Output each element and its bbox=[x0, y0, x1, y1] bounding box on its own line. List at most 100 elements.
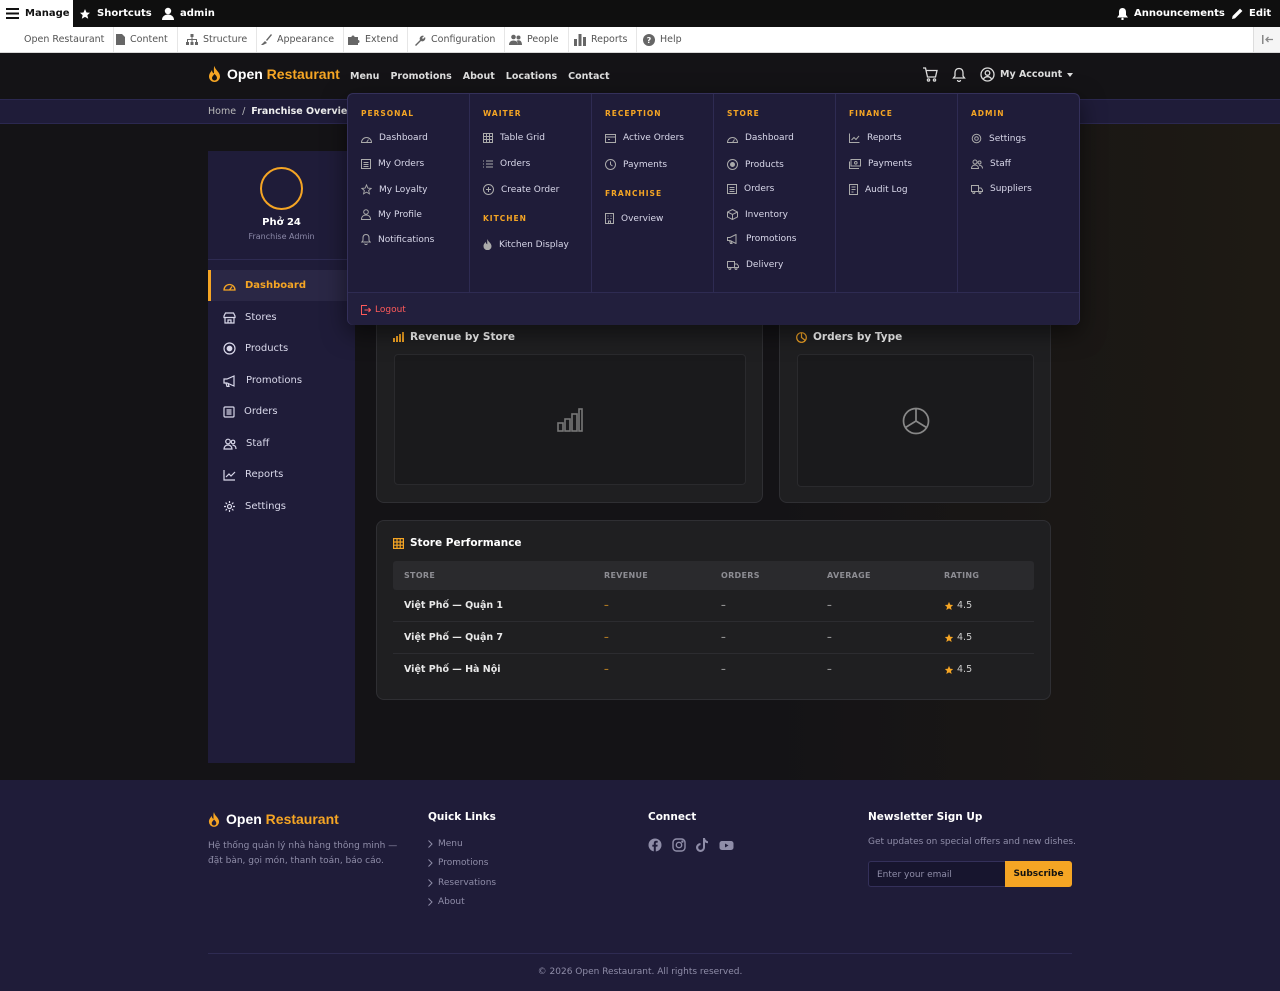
table-row[interactable]: Việt Phố — Quận 1 – – – 4.5 bbox=[393, 590, 1034, 622]
toolbar-item-content[interactable]: Content bbox=[108, 27, 178, 52]
sidebar-item-products[interactable]: Products bbox=[208, 333, 355, 364]
flame-icon bbox=[209, 66, 220, 82]
chart-line-icon bbox=[223, 469, 236, 481]
menu-item-store-products[interactable]: Products bbox=[727, 159, 784, 170]
table-row[interactable]: Việt Phố — Hà Nội – – – 4.5 bbox=[393, 654, 1034, 686]
sidebar-item-settings[interactable]: Settings bbox=[208, 491, 355, 522]
sidebar-item-label: Promotions bbox=[246, 375, 303, 386]
nav-locations[interactable]: Locations bbox=[506, 71, 557, 82]
nav-menu[interactable]: Menu bbox=[350, 71, 379, 82]
nav-contact[interactable]: Contact bbox=[568, 71, 609, 82]
sidebar-item-reports[interactable]: Reports bbox=[208, 459, 355, 490]
toolbar-item-people[interactable]: People bbox=[501, 27, 569, 52]
megaphone-icon bbox=[727, 234, 737, 244]
toolbar-item-structure[interactable]: Structure bbox=[178, 27, 258, 52]
sidebar-item-orders[interactable]: Orders bbox=[208, 396, 355, 427]
shortcuts-button[interactable]: Shortcuts bbox=[79, 0, 152, 27]
cart-icon[interactable] bbox=[922, 67, 938, 82]
column-header[interactable]: REVENUE bbox=[604, 571, 648, 580]
menu-item-audit-log[interactable]: Audit Log bbox=[849, 184, 908, 195]
footer-logo[interactable]: Open Restaurant bbox=[208, 811, 339, 827]
footer-divider bbox=[208, 953, 1072, 954]
footer-link-menu[interactable]: Menu bbox=[428, 839, 463, 849]
menu-item-label: Reports bbox=[867, 133, 902, 143]
column-header[interactable]: AVERAGE bbox=[827, 571, 871, 580]
footer-link-promotions[interactable]: Promotions bbox=[428, 858, 488, 868]
franchise-role: Franchise Admin bbox=[248, 232, 315, 241]
manage-button[interactable]: Manage bbox=[0, 0, 73, 27]
footer-link-about[interactable]: About bbox=[428, 897, 465, 907]
subscribe-button[interactable]: Subscribe bbox=[1005, 861, 1072, 887]
menu-heading-reception: RECEPTION bbox=[605, 109, 662, 118]
edit-button[interactable]: Edit bbox=[1232, 0, 1271, 27]
breadcrumb-home[interactable]: Home bbox=[208, 106, 236, 117]
menu-item-personal-dashboard[interactable]: Dashboard bbox=[361, 133, 428, 143]
tiktok-icon[interactable] bbox=[696, 838, 709, 852]
menu-item-suppliers[interactable]: Suppliers bbox=[971, 184, 1032, 194]
menu-item-table-grid[interactable]: Table Grid bbox=[483, 133, 545, 143]
column-header[interactable]: STORE bbox=[404, 571, 435, 580]
toolbar-collapse-button[interactable] bbox=[1253, 27, 1280, 52]
menu-item-store-orders[interactable]: Orders bbox=[727, 184, 774, 194]
user-button[interactable]: admin bbox=[162, 0, 215, 27]
sidebar-item-dashboard[interactable]: Dashboard bbox=[208, 270, 355, 301]
column-header[interactable]: RATING bbox=[944, 571, 979, 580]
menu-item-my-loyalty[interactable]: My Loyalty bbox=[361, 184, 428, 195]
menu-item-delivery[interactable]: Delivery bbox=[727, 260, 783, 270]
sidebar-item-label: Dashboard bbox=[245, 280, 306, 291]
toolbar-item-appearance[interactable]: Appearance bbox=[253, 27, 345, 52]
chevron-right-icon bbox=[428, 859, 433, 867]
column-header[interactable]: ORDERS bbox=[721, 571, 760, 580]
menu-item-my-profile[interactable]: My Profile bbox=[361, 209, 422, 220]
menu-item-store-dashboard[interactable]: Dashboard bbox=[727, 133, 794, 143]
menu-item-store-promotions[interactable]: Promotions bbox=[727, 234, 796, 244]
social-links bbox=[648, 838, 734, 852]
menu-item-admin-settings[interactable]: Settings bbox=[971, 133, 1026, 144]
menu-item-notifications[interactable]: Notifications bbox=[361, 234, 434, 245]
account-menu-toggle[interactable]: My Account bbox=[980, 67, 1074, 82]
menu-item-kitchen-display[interactable]: Kitchen Display bbox=[483, 239, 569, 250]
menu-item-active-orders[interactable]: Active Orders bbox=[605, 133, 684, 143]
menu-item-reception-payments[interactable]: Payments bbox=[605, 159, 667, 170]
sidebar-item-stores[interactable]: Stores bbox=[208, 302, 355, 333]
toolbar-item-reports[interactable]: Reports bbox=[566, 27, 638, 52]
menu-item-franchise-overview[interactable]: Overview bbox=[605, 213, 663, 224]
toolbar-item-configuration[interactable]: Configuration bbox=[406, 27, 506, 52]
menu-item-inventory[interactable]: Inventory bbox=[727, 209, 788, 220]
toolbar-item-extend[interactable]: Extend bbox=[340, 27, 409, 52]
menu-heading-franchise: FRANCHISE bbox=[605, 189, 663, 198]
notification-bell-icon[interactable] bbox=[952, 67, 966, 82]
account-dropdown-menu: PERSONAL Dashboard My Orders My Loyalty … bbox=[347, 93, 1080, 325]
menu-item-finance-reports[interactable]: Reports bbox=[849, 133, 902, 143]
menu-item-admin-staff[interactable]: Staff bbox=[971, 159, 1011, 169]
nav-about[interactable]: About bbox=[463, 71, 495, 82]
logout-link[interactable]: Logout bbox=[361, 305, 406, 315]
nav-promotions[interactable]: Promotions bbox=[390, 71, 451, 82]
puzzle-icon bbox=[348, 35, 360, 45]
youtube-icon[interactable] bbox=[719, 838, 734, 852]
site-logo[interactable]: Open Restaurant bbox=[208, 66, 340, 82]
caret-down-icon bbox=[1067, 72, 1074, 77]
footer-link-reservations[interactable]: Reservations bbox=[428, 878, 496, 888]
toolbar-item-open-restaurant[interactable]: Open Restaurant bbox=[15, 27, 115, 52]
instagram-icon[interactable] bbox=[672, 838, 686, 852]
facebook-icon[interactable] bbox=[648, 838, 662, 852]
newsletter-email-input[interactable]: Enter your email bbox=[868, 861, 1006, 887]
menu-item-label: Overview bbox=[621, 213, 664, 224]
sidebar-item-promotions[interactable]: Promotions bbox=[208, 365, 355, 396]
table-row[interactable]: Việt Phố — Quận 7 – – – 4.5 bbox=[393, 622, 1034, 654]
menu-item-create-order[interactable]: Create Order bbox=[483, 184, 559, 195]
edit-label: Edit bbox=[1249, 8, 1272, 19]
announcements-button[interactable]: Announcements bbox=[1117, 0, 1225, 27]
user-circle-icon bbox=[980, 67, 995, 82]
toolbar-item-help[interactable]: ? Help bbox=[635, 27, 691, 52]
menu-item-waiter-orders[interactable]: Orders bbox=[483, 159, 530, 169]
star-icon bbox=[944, 633, 954, 642]
menu-item-my-orders[interactable]: My Orders bbox=[361, 159, 424, 169]
sidebar-item-staff[interactable]: Staff bbox=[208, 428, 355, 459]
footer-logo-open: Open bbox=[226, 811, 262, 827]
menu-item-finance-payments[interactable]: Payments bbox=[849, 159, 912, 169]
orders-title-text: Orders by Type bbox=[813, 331, 903, 343]
menu-item-label: Orders bbox=[500, 159, 531, 169]
footer-link-label: About bbox=[438, 897, 465, 907]
